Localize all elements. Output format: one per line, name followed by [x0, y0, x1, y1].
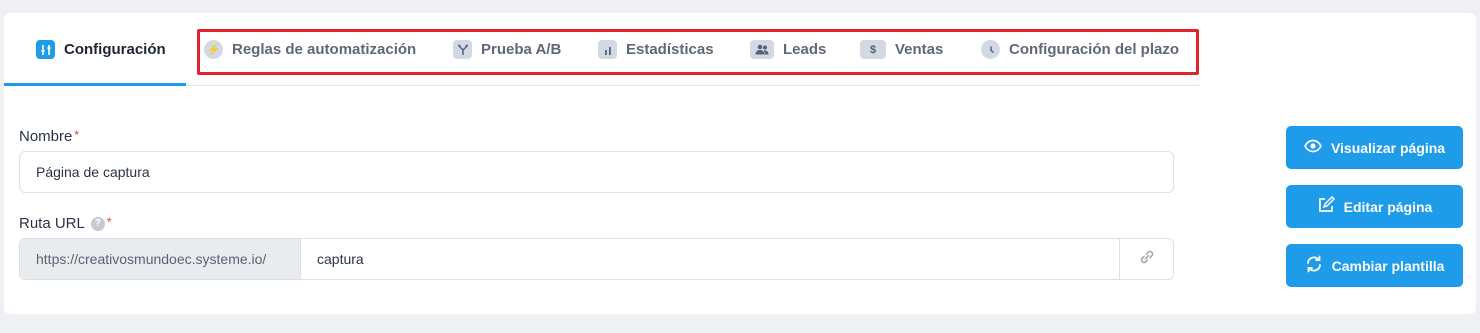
tab-label: Configuración: [64, 41, 166, 58]
url-path-input[interactable]: captura: [301, 239, 1119, 279]
tab-estadisticas[interactable]: Estadísticas: [598, 13, 714, 86]
preview-page-button[interactable]: Visualizar página: [1286, 126, 1463, 169]
clock-icon: [981, 40, 1000, 59]
tab-label: Ventas: [895, 41, 944, 58]
tab-prueba-ab[interactable]: Prueba A/B: [453, 13, 561, 86]
url-prefix: https://creativosmundoec.systeme.io/: [20, 239, 301, 279]
eye-icon: [1303, 139, 1331, 156]
tab-configuracion-plazo[interactable]: Configuración del plazo: [981, 13, 1179, 86]
tab-label: Reglas de automatización: [232, 41, 417, 58]
name-label: Nombre *: [19, 128, 80, 145]
tab-reglas-automatizacion[interactable]: ⚡ Reglas de automatización: [204, 13, 416, 86]
change-template-button[interactable]: Cambiar plantilla: [1286, 244, 1463, 287]
refresh-icon: [1305, 255, 1332, 276]
tab-configuracion[interactable]: Configuración: [36, 13, 166, 86]
edit-page-label: Editar página: [1343, 198, 1433, 215]
edit-page-button[interactable]: Editar página: [1286, 185, 1463, 228]
split-icon: [453, 40, 472, 59]
copy-link-button[interactable]: [1119, 239, 1173, 279]
tab-ventas[interactable]: $ Ventas: [860, 13, 943, 86]
name-value: Página de captura: [36, 164, 150, 180]
change-template-label: Cambiar plantilla: [1331, 257, 1445, 274]
sliders-icon: [36, 40, 55, 59]
help-icon[interactable]: ?: [90, 217, 105, 232]
edit-icon: [1317, 195, 1344, 217]
bar-chart-icon: [598, 40, 617, 59]
required-mark: *: [106, 215, 112, 229]
tab-label: Estadísticas: [626, 41, 714, 58]
tab-bar: Configuración ⚡ Reglas de automatización…: [4, 13, 1200, 86]
tab-label: Leads: [783, 41, 827, 58]
users-icon: [750, 40, 774, 59]
active-tab-indicator: [4, 83, 186, 86]
tab-label: Configuración del plazo: [1009, 41, 1180, 58]
required-mark: *: [74, 128, 80, 142]
link-icon: [1138, 248, 1156, 271]
lightning-icon: ⚡: [204, 40, 223, 59]
tab-leads[interactable]: Leads: [750, 13, 826, 86]
url-label: Ruta URL? *: [19, 215, 112, 232]
dollar-icon: $: [860, 40, 886, 59]
name-input[interactable]: Página de captura: [19, 151, 1174, 193]
tab-label: Prueba A/B: [481, 41, 562, 58]
url-input-group: https://creativosmundoec.systeme.io/ cap…: [19, 238, 1174, 280]
preview-page-label: Visualizar página: [1330, 139, 1446, 156]
